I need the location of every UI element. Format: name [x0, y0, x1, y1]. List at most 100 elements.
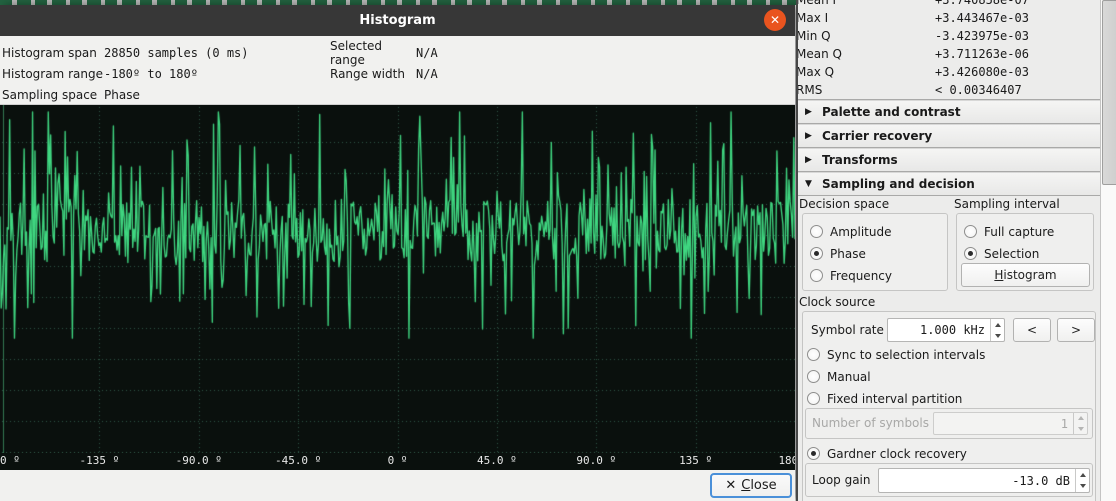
stat-value: < 0.00346407 — [935, 83, 1022, 97]
spin-down-icon[interactable] — [1074, 424, 1087, 435]
spin-arrows — [990, 319, 1004, 341]
radio-manual[interactable]: Manual — [807, 368, 871, 385]
dialog-footer: ✕ Close — [0, 470, 795, 501]
stat-row: Max I +3.443467e-03 — [798, 9, 1100, 27]
stat-value: -3.423975e-03 — [935, 29, 1029, 43]
x-tick-label: -45.0 º — [275, 454, 321, 467]
stat-value: +3.711263e-06 — [935, 47, 1029, 61]
close-button[interactable]: ✕ Close — [710, 473, 792, 498]
stat-label: Mean I — [798, 0, 933, 7]
scrollbar-thumb[interactable] — [1102, 0, 1116, 185]
info-row: Range width N/A — [330, 63, 438, 84]
number-of-symbols-spinbox[interactable]: 1 — [933, 412, 1088, 435]
x-tick-label: -90.0 º — [176, 454, 222, 467]
x-tick-label: 0 º — [388, 454, 408, 467]
stat-row: Mean I +3.740858e-07 — [798, 0, 1100, 9]
radio-icon[interactable] — [807, 392, 820, 405]
radio-icon[interactable] — [810, 247, 823, 260]
radio-frequency[interactable]: Frequency — [810, 267, 892, 284]
spin-down-icon[interactable] — [1076, 481, 1089, 493]
spin-up-icon[interactable] — [1074, 413, 1087, 424]
info-row: Histogram range -180º to 180º — [2, 63, 249, 84]
histogram-plot[interactable] — [0, 105, 795, 453]
symbol-rate-value: 1.000 kHz — [888, 323, 990, 337]
info-row: Selected range N/A — [330, 42, 438, 63]
collapse-arrow-icon: ▶ — [805, 131, 815, 141]
inspector-panel: Mean I +3.740858e-07 Max I +3.443467e-03… — [796, 0, 1116, 501]
number-of-symbols-row: Number of symbols 1 — [805, 408, 1093, 439]
symbol-rate-next-button[interactable]: > — [1057, 318, 1095, 342]
signal-stats: Mean I +3.740858e-07 Max I +3.443467e-03… — [798, 0, 1100, 99]
radio-phase[interactable]: Phase — [810, 245, 866, 262]
spin-down-icon[interactable] — [991, 330, 1004, 341]
histogram-dialog: Histogram ✕ Histogram span 28850 samples… — [0, 5, 795, 501]
radio-icon[interactable] — [964, 225, 977, 238]
collapse-arrow-icon: ▶ — [805, 107, 815, 117]
stat-label: Mean Q — [798, 47, 933, 61]
histogram-info-bar: Histogram span 28850 samples (0 ms) Hist… — [0, 36, 795, 104]
panel-scrollbar[interactable] — [1100, 0, 1116, 501]
histogram-range-label: Histogram range — [2, 67, 104, 81]
expand-arrow-icon: ▼ — [805, 179, 815, 189]
section-palette-and-contrast[interactable]: ▶ Palette and contrast — [798, 100, 1100, 124]
radio-sync-selection-intervals[interactable]: Sync to selection intervals — [807, 346, 985, 363]
info-row: Sampling space Phase — [2, 84, 249, 105]
section-carrier-recovery[interactable]: ▶ Carrier recovery — [798, 124, 1100, 148]
stat-label: Min Q — [798, 29, 933, 43]
spin-arrows — [1073, 413, 1087, 434]
radio-full-capture[interactable]: Full capture — [964, 223, 1054, 240]
section-label: Transforms — [822, 153, 898, 167]
spin-up-icon[interactable] — [991, 319, 1004, 330]
section-sampling-and-decision[interactable]: ▼ Sampling and decision — [798, 172, 1100, 196]
radio-amplitude[interactable]: Amplitude — [810, 223, 892, 240]
dialog-title: Histogram — [359, 13, 435, 28]
stat-label: Max I — [798, 11, 933, 25]
sampling-space-label: Sampling space — [2, 88, 104, 102]
histogram-span-label: Histogram span — [2, 46, 104, 60]
range-width-value: N/A — [416, 67, 438, 81]
info-row: Histogram span 28850 samples (0 ms) — [2, 42, 249, 63]
decision-space-title: Decision space — [799, 197, 889, 211]
radio-icon[interactable] — [807, 370, 820, 383]
radio-icon[interactable] — [807, 348, 820, 361]
stat-label: RMS — [798, 83, 933, 97]
radio-gardner-clock-recovery[interactable]: Gardner clock recovery — [807, 445, 967, 462]
histogram-plot-area: -180 º-135 º-90.0 º-45.0 º0 º45.0 º90.0 … — [0, 104, 795, 470]
loop-gain-spinbox[interactable]: -13.0 dB — [878, 468, 1090, 493]
section-label: Sampling and decision — [822, 177, 975, 191]
stat-row: RMS < 0.00346407 — [798, 81, 1100, 99]
stat-label: Max Q — [798, 65, 933, 79]
spin-up-icon[interactable] — [1076, 469, 1089, 481]
collapse-arrow-icon: ▶ — [805, 155, 815, 165]
histogram-button[interactable]: Histogram — [961, 263, 1090, 287]
number-of-symbols-label: Number of symbols — [812, 416, 929, 430]
radio-icon[interactable] — [964, 247, 977, 260]
loop-gain-value: -13.0 dB — [879, 474, 1075, 488]
selected-range-value: N/A — [416, 46, 438, 60]
clock-source-group: Symbol rate 1.000 kHz < > Sync to select… — [802, 311, 1096, 501]
loop-gain-row: Loop gain -13.0 dB — [805, 463, 1093, 497]
dialog-titlebar[interactable]: Histogram ✕ — [0, 5, 795, 36]
x-tick-label: 45.0 º — [477, 454, 517, 467]
section-transforms[interactable]: ▶ Transforms — [798, 148, 1100, 172]
stat-value: +3.443467e-03 — [935, 11, 1029, 25]
radio-icon[interactable] — [810, 225, 823, 238]
radio-icon[interactable] — [810, 269, 823, 282]
selected-range-label: Selected range — [330, 39, 416, 67]
clock-source-title: Clock source — [799, 295, 875, 309]
section-label: Carrier recovery — [822, 129, 932, 143]
stat-row: Min Q -3.423975e-03 — [798, 27, 1100, 45]
radio-fixed-interval-partition[interactable]: Fixed interval partition — [807, 390, 962, 407]
window-close-icon[interactable]: ✕ — [764, 9, 786, 31]
x-axis: -180 º-135 º-90.0 º-45.0 º0 º45.0 º90.0 … — [0, 453, 795, 471]
loop-gain-label: Loop gain — [812, 473, 871, 487]
radio-icon[interactable] — [807, 447, 820, 460]
x-tick-label: -135 º — [80, 454, 120, 467]
symbol-rate-prev-button[interactable]: < — [1013, 318, 1051, 342]
sampling-interval-group: Full capture Selection Histogram — [956, 213, 1094, 291]
close-x-icon: ✕ — [725, 478, 736, 493]
radio-selection[interactable]: Selection — [964, 245, 1039, 262]
x-tick-label: -180 º — [0, 454, 20, 467]
sampling-space-value: Phase — [104, 88, 140, 102]
symbol-rate-spinbox[interactable]: 1.000 kHz — [887, 318, 1005, 342]
